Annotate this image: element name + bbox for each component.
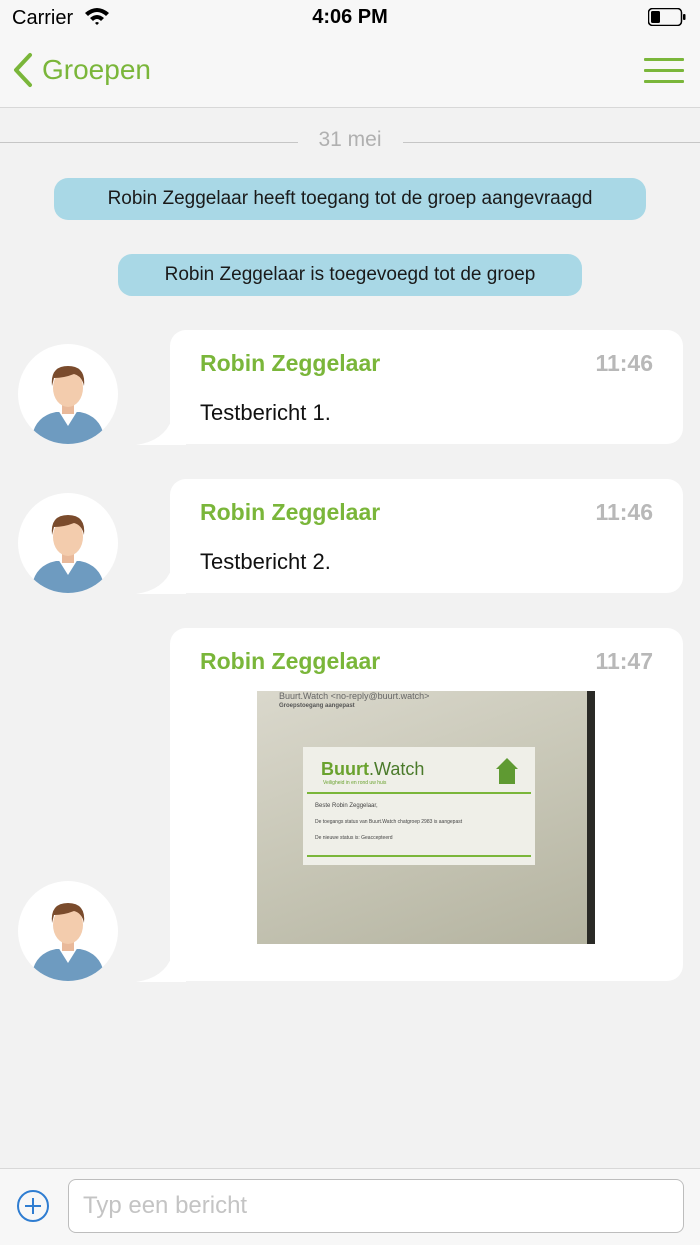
photo-logo-bold: Buurt [321, 759, 369, 779]
nav-bar: Groepen [0, 36, 700, 108]
composer-bar [0, 1168, 700, 1245]
back-button-label: Groepen [42, 54, 151, 85]
status-bar: Carrier 4:06 PM [0, 0, 700, 36]
chevron-left-icon [14, 53, 32, 87]
message-time: 11:46 [595, 350, 653, 376]
clock-label: 4:06 PM [312, 6, 388, 28]
user-avatar-icon [32, 903, 104, 981]
add-attachment-icon[interactable] [16, 1189, 50, 1223]
avatar[interactable] [18, 881, 118, 981]
photo-email-subject: Groepstoegang aangepast [279, 703, 355, 709]
message-text: Testbericht 1. [200, 400, 331, 425]
message-sender: Robin Zeggelaar [200, 499, 381, 525]
message-sender: Robin Zeggelaar [200, 350, 381, 376]
back-button[interactable]: Groepen [12, 50, 151, 90]
menu-button[interactable] [644, 58, 684, 84]
system-message: Robin Zeggelaar heeft toegang tot de gro… [54, 178, 646, 220]
message-bubble[interactable]: Robin Zeggelaar 11:47 Buurt.Watch <no-re… [170, 628, 683, 981]
message-text: Testbericht 2. [200, 549, 331, 574]
message-bubble[interactable]: Robin Zeggelaar 11:46 Testbericht 2. [170, 479, 683, 593]
photo-tagline: Veiligheid in en rond uw huis [323, 780, 387, 786]
message-input[interactable] [68, 1179, 684, 1233]
battery-icon [648, 8, 686, 26]
photo-email-from: Buurt.Watch <no-reply@buurt.watch> [279, 691, 430, 701]
photo-logo-rest: .Watch [369, 759, 425, 779]
photo-email-card: Buurt.Watch Veiligheid in en rond uw hui… [303, 747, 535, 865]
date-label: 31 mei [318, 128, 382, 151]
avatar[interactable] [18, 344, 118, 444]
message-time: 11:47 [595, 648, 653, 674]
message-bubble[interactable]: Robin Zeggelaar 11:46 Testbericht 1. [170, 330, 683, 444]
message-photo[interactable]: Buurt.Watch <no-reply@buurt.watch> Groep… [257, 691, 595, 944]
photo-greeting: Beste Robin Zeggelaar, [315, 803, 378, 809]
photo-line-2: De nieuwe status is: Geaccepteerd [315, 835, 393, 841]
avatar[interactable] [18, 493, 118, 593]
user-avatar-icon [32, 366, 104, 444]
date-separator: 31 mei [0, 126, 700, 156]
system-message: Robin Zeggelaar is toegevoegd tot de gro… [118, 254, 582, 296]
message-time: 11:46 [595, 499, 653, 525]
hamburger-icon [644, 58, 684, 61]
message-sender: Robin Zeggelaar [200, 648, 381, 674]
photo-line-1: De toegangs status van Buurt.Watch chatg… [315, 819, 463, 825]
user-avatar-icon [32, 515, 104, 593]
house-icon [496, 758, 518, 784]
